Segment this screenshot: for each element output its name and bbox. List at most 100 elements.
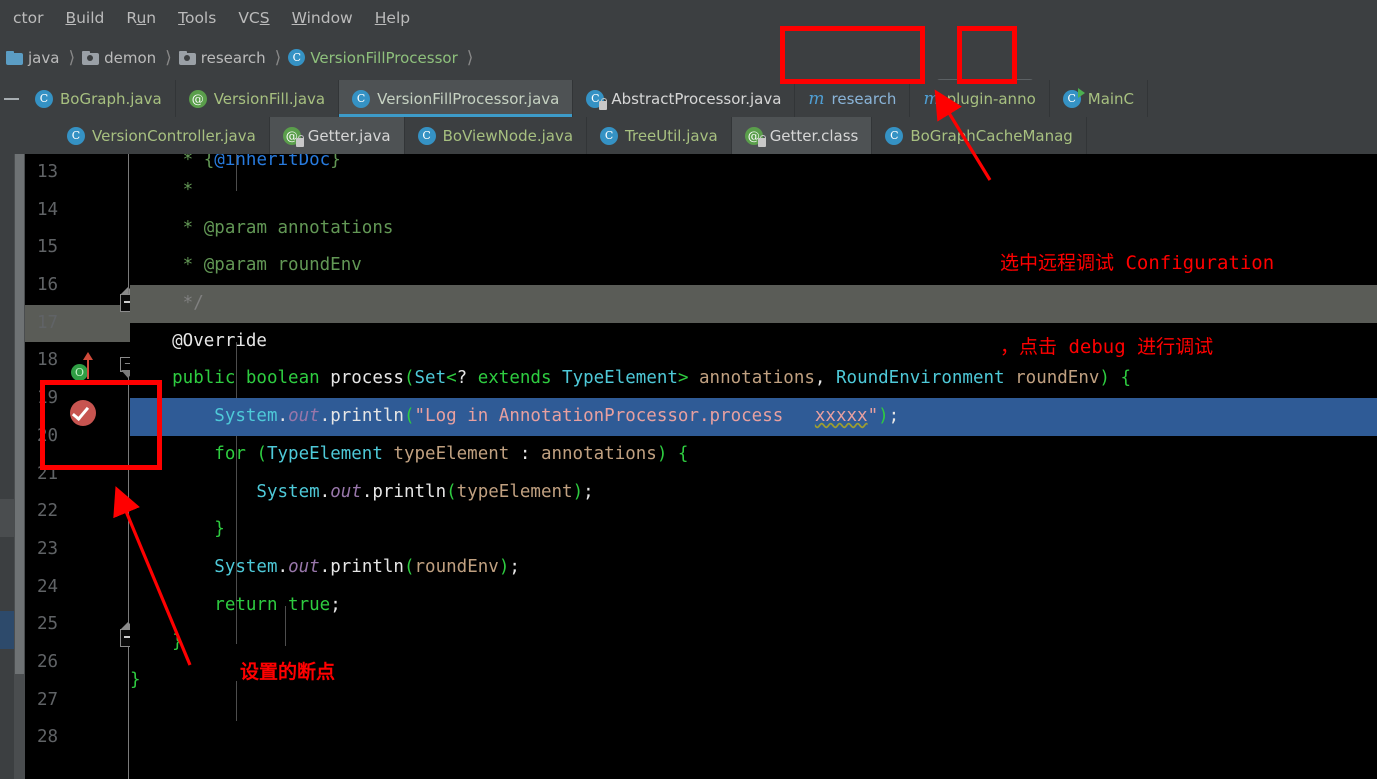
gutter-line: 28 [25,719,130,757]
line-number: 22 [37,501,59,522]
line-number: 23 [37,538,59,559]
tab-label: BoGraphCacheManag [910,126,1073,145]
breadcrumb-separator-icon: ⟩ [466,47,474,68]
idea-window: ctor Build Run Tools VCS Window Help jav… [0,0,1377,779]
breadcrumb: java ⟩ demon ⟩ research ⟩ C VersionFillP… [0,48,480,68]
editor-scrollbar[interactable] [14,154,25,779]
breadcrumb-label: research [200,48,266,67]
fold-region-line [127,647,129,779]
lock-icon [757,134,766,147]
gutter-line: 25 [25,606,130,644]
breadcrumb-separator-icon: ⟩ [274,47,282,68]
menu-item-tools[interactable]: Tools [167,7,227,29]
tab-label: VersionController.java [92,126,256,145]
breadcrumb-item-demon[interactable]: demon [82,49,158,67]
tab-plugin-anno[interactable]: m plugin-anno [910,80,1050,117]
line-number: 26 [37,651,59,672]
line-number: 28 [37,727,59,748]
fold-region-line [127,154,129,294]
line-number: 25 [37,614,59,635]
java-class-icon: C [586,89,608,110]
gutter-line-caret: 17 [25,304,130,343]
tab-label: research [831,89,897,108]
menu-item-vcs[interactable]: VCS [227,7,280,29]
tab-label: TreeUtil.java [625,126,718,145]
tab-label: plugin-anno [946,89,1036,108]
code-line: * {@inheritDoc} [130,154,341,170]
gutter-line: 27 [25,682,130,720]
menu-item-refactor[interactable]: ctor [2,7,54,29]
line-number: 14 [37,199,59,220]
annotation-note-config: 选中远程调试 Configuration ，点击 debug 进行调试 [1000,193,1274,417]
annotation-box-run-config [780,26,925,84]
annotation-icon: @ [744,126,766,147]
breadcrumb-separator-icon: ⟩ [165,47,172,68]
gutter-line: 22 [25,493,130,531]
editor-tabs-row-2: C VersionController.java @ Getter.java C… [22,117,1377,154]
line-number: 27 [37,689,59,710]
java-class-icon: C [67,126,85,145]
menu-bar: ctor Build Run Tools VCS Window Help [0,0,1377,35]
menu-item-help[interactable]: Help [364,7,421,29]
tab-versioncontroller-java[interactable]: C VersionController.java [22,117,270,154]
tool-window-stripe [0,154,14,779]
menu-item-run[interactable]: Run [115,7,167,29]
gutter-line: 16 [25,267,130,305]
annotation-icon: @ [188,89,207,108]
tab-label: AbstractProcessor.java [611,89,782,108]
breadcrumb-separator-icon: ⟩ [68,47,76,68]
java-class-icon: C [352,89,371,108]
tab-versionfill-java[interactable]: @ VersionFill.java [175,80,340,117]
code-line: } [130,519,225,540]
annotation-box-breakpoint [40,380,162,470]
lock-icon [295,134,304,147]
annotation-box-debug-button [957,26,1017,84]
gutter-line: 24 [25,569,130,607]
breadcrumb-item-versionfillprocessor[interactable]: C VersionFillProcessor [288,49,459,67]
menu-item-build[interactable]: Build [54,7,115,29]
java-class-icon: C [600,126,619,145]
gutter-line: 26 [25,644,130,682]
code-line: System.out.println(roundEnv); [130,556,520,577]
tab-label: BoGraph.java [60,89,162,108]
gutter-line: 23 [25,531,130,569]
line-number: 17 [37,312,59,333]
tab-strip-collapse[interactable] [0,80,22,117]
annotation-line: ，点击 debug 进行调试 [1000,336,1214,358]
tab-bographcachemanager[interactable]: C BoGraphCacheManag [872,117,1087,154]
tab-versionfillprocessor-java[interactable]: C VersionFillProcessor.java [339,80,574,117]
code-line: return true; [130,594,341,615]
run-arrow-icon [1077,87,1085,98]
line-number: 13 [37,162,59,182]
folder-icon [178,50,196,65]
tab-getter-class[interactable]: @ Getter.class [731,117,873,154]
folder-icon [6,50,23,65]
gutter-line: 15 [25,229,130,267]
annotation-line: 选中远程调试 Configuration [1000,252,1275,274]
stripe-marker [0,499,14,537]
annotation-icon: @ [282,126,304,147]
breadcrumb-item-java[interactable]: java [6,49,61,67]
code-line: System.out.println(typeElement); [130,481,594,502]
tab-research[interactable]: m research [795,80,911,117]
code-line: } [130,632,183,653]
tab-treeutil-java[interactable]: C TreeUtil.java [587,117,732,154]
scrollbar-thumb[interactable] [15,154,24,674]
tab-label: Getter.class [769,126,859,145]
line-number: 16 [37,275,59,296]
lock-icon [599,97,608,110]
tab-abstractprocessor-java[interactable]: C AbstractProcessor.java [573,80,796,117]
breadcrumb-label: VersionFillProcessor [310,48,458,67]
tab-boviewnode-java[interactable]: C BoViewNode.java [404,117,588,154]
java-class-icon: C [35,89,53,108]
runnable-class-icon: C [1062,87,1085,108]
breadcrumb-label: java [28,48,60,67]
tab-getter-java[interactable]: @ Getter.java [269,117,405,154]
override-method-icon[interactable]: O [71,364,88,381]
breadcrumb-item-research[interactable]: research [178,48,268,67]
tab-mainc[interactable]: C MainC [1049,80,1149,117]
stripe-marker-selected [0,611,14,649]
menu-item-window[interactable]: Window [281,7,364,29]
editor-tabs-row-1: C BoGraph.java @ VersionFill.java C Vers… [22,80,1377,117]
tab-bograph-java[interactable]: C BoGraph.java [22,80,176,117]
